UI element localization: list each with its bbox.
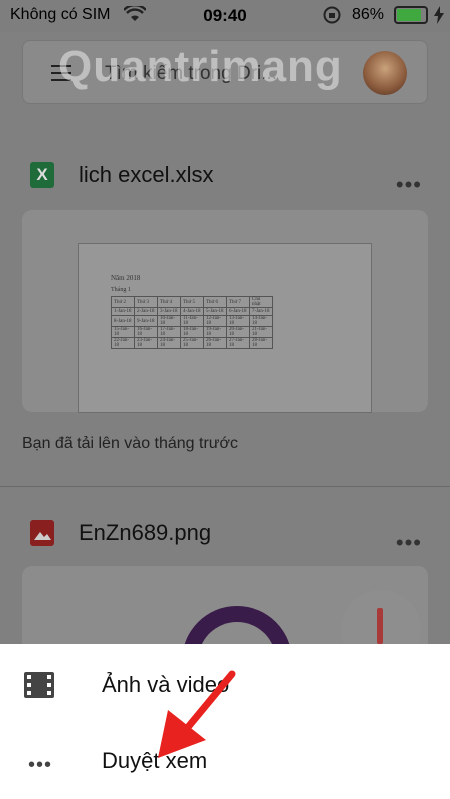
rotation-lock-icon [322,5,342,30]
file-name: EnZn689.png [79,520,212,545]
battery-percent: 86% [352,6,385,23]
menu-item-label: Duyệt xem [102,748,208,773]
more-options-icon[interactable]: ••• [396,530,422,556]
more-horizontal-icon: ••• [28,754,53,776]
file-header-xlsx[interactable]: X lich excel.xlsx ••• [30,160,430,197]
excel-file-icon: X [30,162,54,188]
film-icon [24,672,54,698]
plus-icon [377,608,383,644]
sheet-month-line: Tháng 1 [111,287,131,293]
image-file-icon [30,520,54,546]
watermark-logo: Quantrimang [58,42,343,91]
spreadsheet-thumbnail: Năm 2018 Tháng 1 Thứ 2 Thứ 3 Thứ 4 Thứ 5 Thứ… [78,243,372,413]
menu-item-browse[interactable]: ••• Duyệt xem [0,724,450,796]
divider [0,486,450,487]
account-avatar[interactable] [363,51,407,95]
charging-bolt-icon [434,6,444,29]
sheet-table: Thứ 2 Thứ 3 Thứ 4 Thứ 5 Thứ 6 Thứ 7 Chủ nhật 1… [111,296,273,349]
more-options-icon[interactable]: ••• [396,172,422,198]
upload-note: Bạn đã tải lên vào tháng trước [22,435,238,452]
file-name: lich excel.xlsx [79,162,214,187]
sheet-year-line: Năm 2018 [111,274,141,282]
file-header-png[interactable]: EnZn689.png ••• [30,518,430,555]
menu-item-label: Ảnh và video [102,672,230,697]
file-preview-card[interactable]: Năm 2018 Tháng 1 Thứ 2 Thứ 3 Thứ 4 Thứ 5 Thứ… [22,210,428,413]
battery-icon [394,6,428,24]
menu-item-photos-videos[interactable]: Ảnh và video [0,648,450,720]
bottom-sheet: Ảnh và video ••• Duyệt xem [0,644,450,799]
status-bar: Không có SIM 09:40 86% [0,0,450,32]
